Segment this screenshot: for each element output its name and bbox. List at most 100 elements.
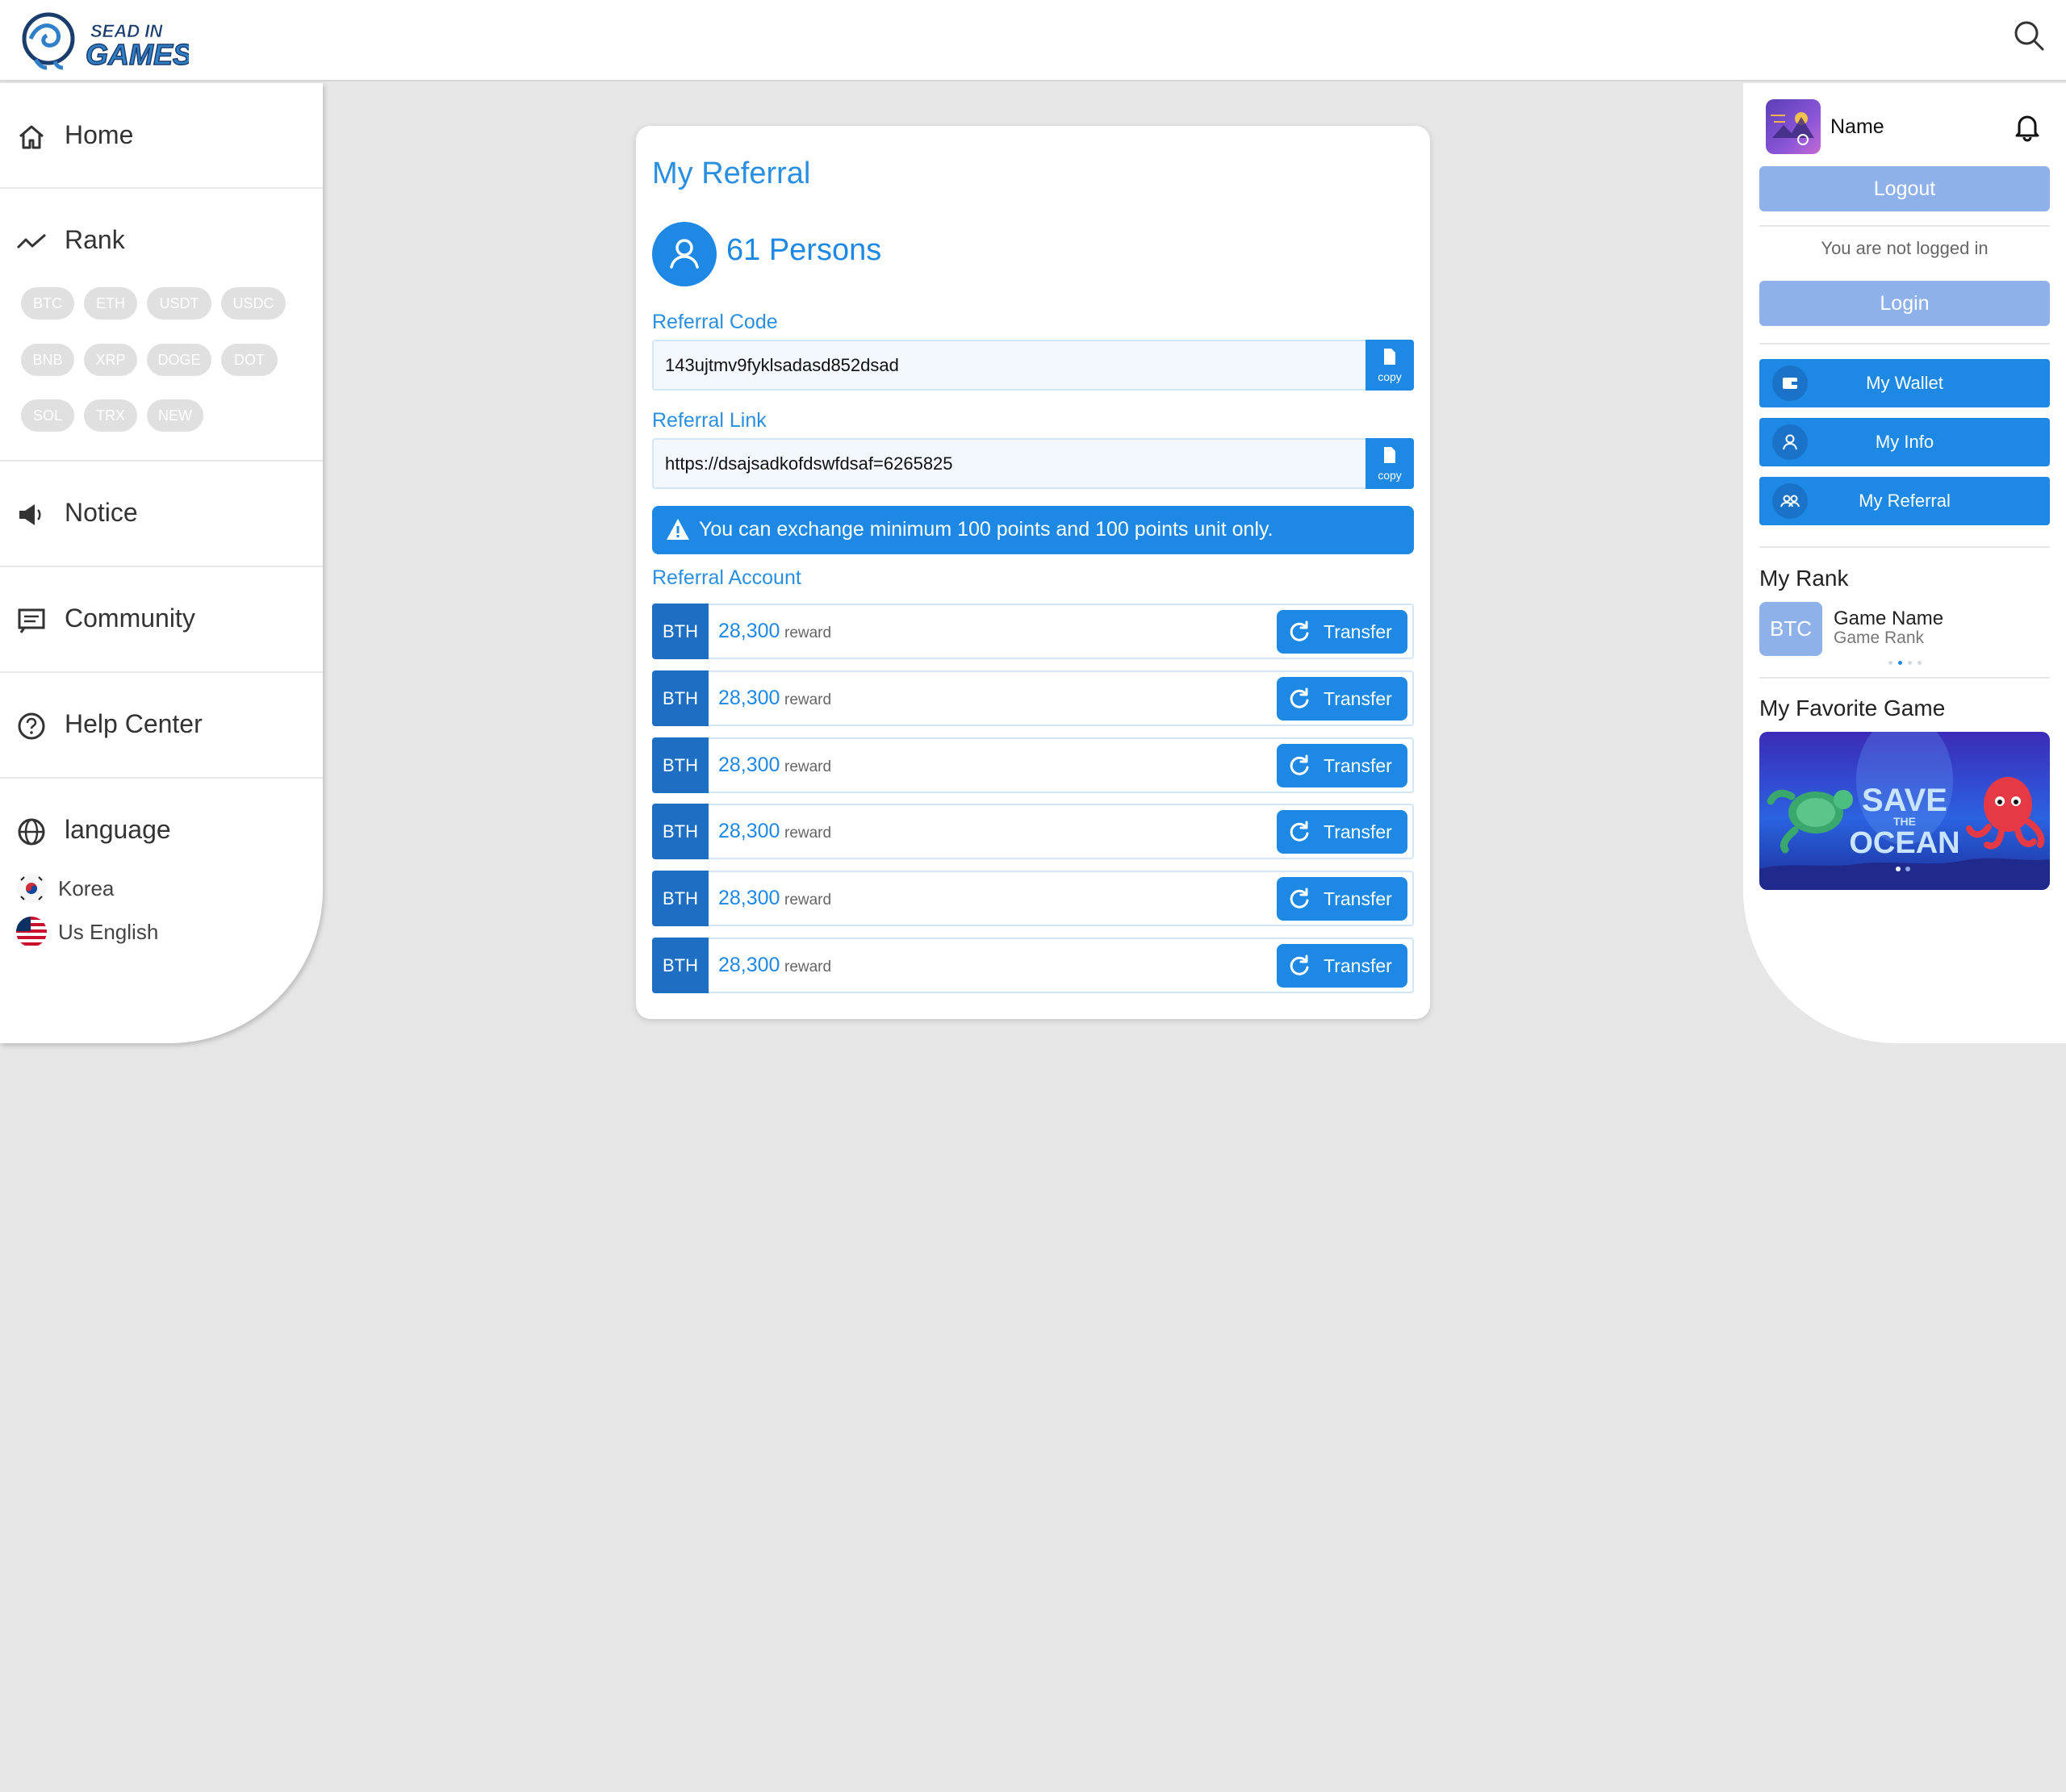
page-title: My Referral: [652, 157, 811, 190]
transfer-button[interactable]: Transfer: [1277, 877, 1407, 921]
my-wallet-label: My Wallet: [1866, 373, 1943, 393]
coin-chip[interactable]: BTC: [21, 287, 74, 320]
copy-code-button[interactable]: copy: [1365, 340, 1414, 391]
coin-chip[interactable]: ETH: [84, 287, 137, 320]
account-row: BTH 28,300 reward Transfer: [652, 804, 1414, 859]
language-option-label: Us English: [58, 920, 159, 944]
coin-chip[interactable]: DOT: [221, 344, 278, 376]
avatar[interactable]: [1766, 99, 1821, 154]
warning-icon: [665, 517, 691, 541]
carousel-dot[interactable]: [1908, 661, 1912, 665]
carousel-dot[interactable]: [1888, 661, 1892, 665]
nav-language[interactable]: language: [0, 778, 323, 883]
account-amount: 28,300: [718, 754, 780, 776]
nav-notice[interactable]: Notice: [0, 461, 323, 566]
account-row: BTH 28,300 reward Transfer: [652, 737, 1414, 793]
referral-count: 61 Persons: [726, 233, 882, 267]
transfer-label: Transfer: [1324, 955, 1392, 976]
referral-code-value: 143ujtmv9fyklsadasd852dsad: [665, 355, 899, 375]
transfer-label: Transfer: [1324, 755, 1392, 776]
nav-community-label: Community: [65, 604, 195, 633]
account-symbol: BTH: [652, 938, 709, 993]
transfer-button[interactable]: Transfer: [1277, 677, 1407, 721]
account-unit: reward: [784, 892, 832, 909]
account-amount: 28,300: [718, 887, 780, 909]
coin-chip[interactable]: USDC: [221, 287, 286, 320]
copy-link-button[interactable]: copy: [1365, 438, 1414, 489]
my-rank-title: My Rank: [1759, 566, 1849, 591]
message-icon: [16, 605, 47, 636]
svg-text:SAVE: SAVE: [1862, 783, 1947, 818]
refresh-icon: [1288, 754, 1311, 777]
coin-chip[interactable]: SOL: [21, 399, 74, 432]
referral-link-value: https://dsajsadkofdswfdsaf=6265825: [665, 453, 953, 474]
copy-label: copy: [1378, 469, 1402, 482]
left-sidebar: Home Rank BTC ETH USDT USDC BNB XRP DOGE…: [0, 83, 323, 1043]
login-button[interactable]: Login: [1759, 281, 2050, 326]
coin-chip[interactable]: XRP: [84, 344, 137, 376]
nav-help-center-label: Help Center: [65, 709, 203, 738]
account-symbol: BTH: [652, 604, 709, 659]
refresh-icon: [1288, 620, 1311, 643]
site-logo[interactable]: SEAD IN GAMES: [19, 10, 193, 73]
transfer-button[interactable]: Transfer: [1277, 810, 1407, 854]
coin-chip[interactable]: NEW: [147, 399, 203, 432]
transfer-button[interactable]: Transfer: [1277, 944, 1407, 988]
svg-text:GAMES: GAMES: [86, 38, 189, 71]
account-symbol: BTH: [652, 871, 709, 926]
person-icon: [652, 222, 717, 286]
user-name: Name: [1830, 115, 1884, 138]
account-symbol: BTH: [652, 670, 709, 726]
carousel-dot-active[interactable]: [1898, 661, 1902, 665]
refresh-icon: [1288, 954, 1311, 977]
my-referral-button[interactable]: My Referral: [1759, 477, 2050, 525]
transfer-label: Transfer: [1324, 821, 1392, 842]
nav-rank[interactable]: Rank: [0, 188, 323, 293]
my-wallet-button[interactable]: My Wallet: [1759, 359, 2050, 407]
transfer-button[interactable]: Transfer: [1277, 744, 1407, 787]
document-icon: [1382, 446, 1397, 464]
account-row: BTH 28,300 reward Transfer: [652, 871, 1414, 926]
nav-community[interactable]: Community: [0, 566, 323, 671]
account-symbol: BTH: [652, 737, 709, 793]
account-row: BTH 28,300 reward Transfer: [652, 604, 1414, 659]
coin-chip[interactable]: BNB: [21, 344, 74, 376]
coin-chip[interactable]: TRX: [84, 399, 137, 432]
referral-link-field[interactable]: https://dsajsadkofdswfdsaf=6265825 copy: [652, 438, 1414, 489]
nav-notice-label: Notice: [65, 498, 138, 527]
coin-chip[interactable]: DOGE: [147, 344, 211, 376]
account-symbol: BTH: [652, 804, 709, 859]
referral-account-label: Referral Account: [652, 566, 801, 589]
referral-code-field[interactable]: 143ujtmv9fyklsadasd852dsad copy: [652, 340, 1414, 391]
account-unit: reward: [784, 825, 832, 842]
account-amount: 28,300: [718, 820, 780, 842]
globe-icon: [16, 817, 47, 847]
nav-help-center[interactable]: Help Center: [0, 672, 323, 777]
right-sidebar: Name Logout You are not logged in Login …: [1743, 83, 2066, 1043]
divider: [1759, 343, 2050, 345]
carousel-dot[interactable]: [1918, 661, 1922, 665]
transfer-button[interactable]: Transfer: [1277, 610, 1407, 654]
bell-icon[interactable]: [2011, 111, 2043, 143]
account-row: BTH 28,300 reward Transfer: [652, 938, 1414, 993]
transfer-label: Transfer: [1324, 888, 1392, 909]
coin-chip[interactable]: USDT: [147, 287, 211, 320]
account-amount: 28,300: [718, 687, 780, 709]
exchange-notice-text: You can exchange minimum 100 points and …: [699, 518, 1273, 541]
copy-label: copy: [1378, 370, 1402, 383]
nav-home[interactable]: Home: [0, 83, 323, 188]
game-name[interactable]: Game Name: [1834, 608, 1943, 630]
divider: [1759, 677, 2050, 679]
logout-button[interactable]: Logout: [1759, 166, 2050, 211]
refresh-icon: [1288, 888, 1311, 910]
nav-home-label: Home: [65, 120, 134, 149]
game-rank: Game Rank: [1834, 629, 1925, 647]
help-circle-icon: [16, 711, 47, 741]
home-icon: [16, 122, 47, 152]
account-row: BTH 28,300 reward Transfer: [652, 670, 1414, 726]
account-unit: reward: [784, 758, 832, 775]
my-info-button[interactable]: My Info: [1759, 418, 2050, 466]
search-icon[interactable]: [2011, 18, 2047, 53]
favorite-game-image[interactable]: SAVE THE OCEAN: [1759, 732, 2050, 890]
exchange-notice: You can exchange minimum 100 points and …: [652, 506, 1414, 554]
